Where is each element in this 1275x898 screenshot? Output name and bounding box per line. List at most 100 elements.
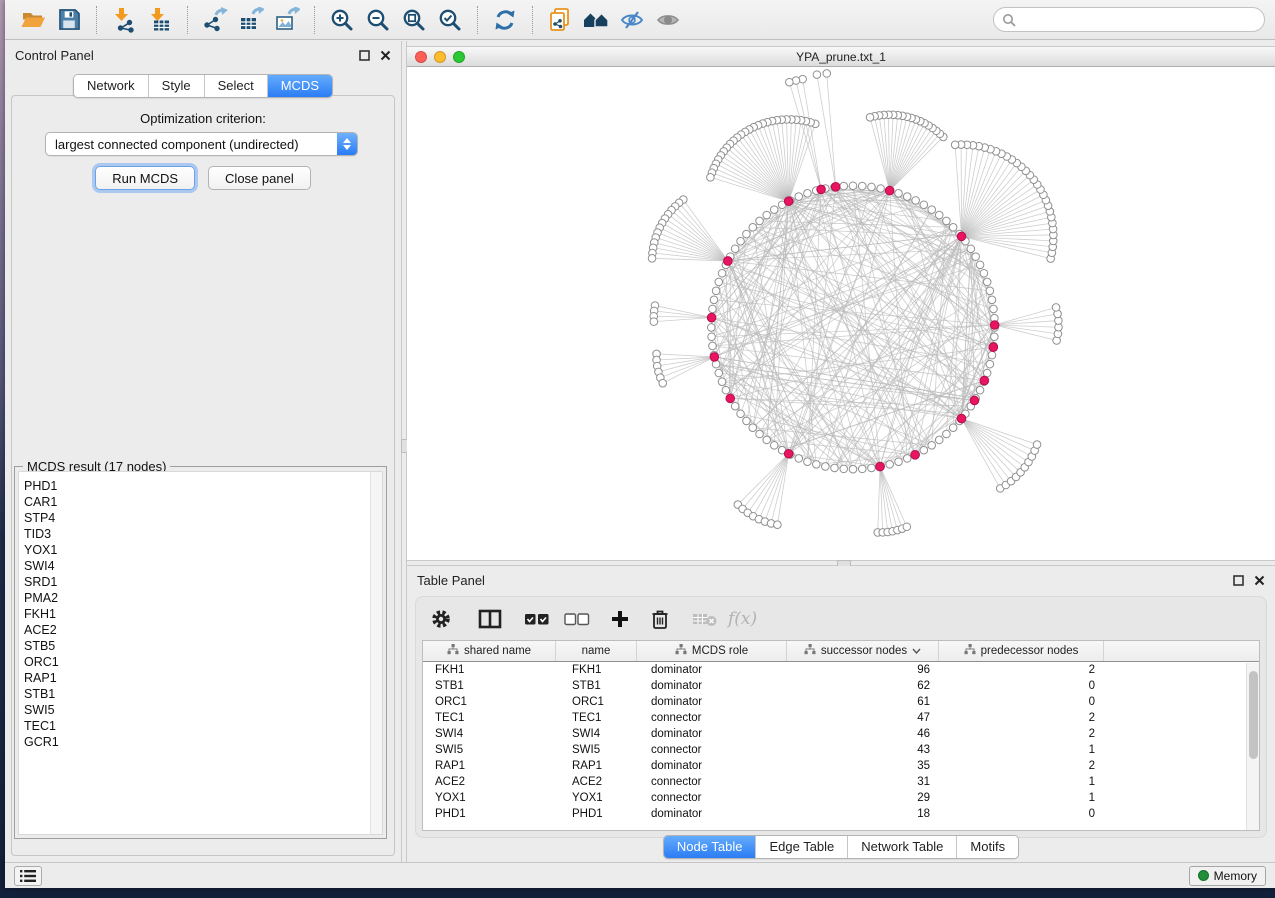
float-panel-icon[interactable] (1233, 575, 1244, 586)
tab-motifs[interactable]: Motifs (957, 836, 1018, 858)
cell[interactable]: 29 (787, 790, 939, 806)
add-column-button[interactable] (610, 604, 630, 634)
cell[interactable]: 0 (939, 678, 1104, 694)
cell[interactable]: 47 (787, 710, 939, 726)
zoom-selected-button[interactable] (435, 5, 465, 35)
tab-select[interactable]: Select (205, 75, 268, 97)
tab-node-table[interactable]: Node Table (664, 836, 757, 858)
column-header-mcds-role[interactable]: MCDS role (637, 641, 787, 661)
cell[interactable]: SWI5 (556, 742, 637, 758)
cell[interactable]: 1 (939, 774, 1104, 790)
mcds-result-item[interactable]: PMA2 (19, 590, 382, 606)
mcds-result-item[interactable]: ACE2 (19, 622, 382, 638)
cell[interactable]: STB1 (423, 678, 556, 694)
tab-edge-table[interactable]: Edge Table (756, 836, 848, 858)
cell[interactable]: ACE2 (423, 774, 556, 790)
close-panel-icon[interactable] (380, 50, 391, 61)
network-canvas[interactable] (407, 68, 1275, 560)
mcds-result-item[interactable]: GCR1 (19, 734, 382, 750)
cell[interactable]: dominator (637, 678, 787, 694)
network-titlebar[interactable]: YPA_prune.txt_1 (407, 47, 1275, 67)
cell[interactable]: FKH1 (423, 662, 556, 678)
cell[interactable]: SWI4 (423, 726, 556, 742)
cell[interactable]: 46 (787, 726, 939, 742)
cell[interactable]: FKH1 (556, 662, 637, 678)
mcds-result-item[interactable]: PHD1 (19, 478, 382, 494)
cell[interactable]: connector (637, 742, 787, 758)
cell[interactable]: STB1 (556, 678, 637, 694)
import-network-button[interactable] (109, 5, 139, 35)
mcds-result-item[interactable]: FKH1 (19, 606, 382, 622)
task-history-button[interactable] (14, 866, 42, 886)
tab-style[interactable]: Style (149, 75, 205, 97)
mcds-list-scrollbar[interactable] (370, 472, 382, 834)
mcds-result-item[interactable]: STP4 (19, 510, 382, 526)
cell[interactable]: 2 (939, 726, 1104, 742)
deselect-all-button[interactable] (564, 604, 590, 634)
refresh-button[interactable] (490, 5, 520, 35)
tab-network[interactable]: Network (74, 75, 149, 97)
table-row[interactable]: ACE2ACE2connector311 (423, 774, 1259, 790)
zoom-in-button[interactable] (327, 5, 357, 35)
cell[interactable]: PHD1 (423, 806, 556, 822)
hide-details-button[interactable] (617, 5, 647, 35)
cell[interactable]: 1 (939, 742, 1104, 758)
search-input[interactable] (1021, 13, 1256, 27)
cell[interactable]: TEC1 (556, 710, 637, 726)
cell[interactable]: dominator (637, 694, 787, 710)
table-row[interactable]: FKH1FKH1dominator962 (423, 662, 1259, 678)
mcds-result-list[interactable]: PHD1CAR1STP4TID3YOX1SWI4SRD1PMA2FKH1ACE2… (18, 471, 383, 835)
cell[interactable]: 2 (939, 758, 1104, 774)
cell[interactable]: TEC1 (423, 710, 556, 726)
cell[interactable]: 2 (939, 710, 1104, 726)
zoom-fit-button[interactable] (399, 5, 429, 35)
import-table-button[interactable] (145, 5, 175, 35)
column-header-successor-nodes[interactable]: successor nodes (787, 641, 939, 661)
mcds-result-item[interactable]: STB1 (19, 686, 382, 702)
table-row[interactable]: SWI5SWI5connector431 (423, 742, 1259, 758)
mcds-result-item[interactable]: YOX1 (19, 542, 382, 558)
tab-mcds[interactable]: MCDS (268, 75, 332, 97)
mcds-result-item[interactable]: RAP1 (19, 670, 382, 686)
zoom-out-button[interactable] (363, 5, 393, 35)
close-panel-icon[interactable] (1254, 575, 1265, 586)
legend-button[interactable] (581, 5, 611, 35)
cell[interactable]: 1 (939, 790, 1104, 806)
cell[interactable]: PHD1 (556, 806, 637, 822)
table-scrollbar[interactable] (1246, 663, 1259, 830)
select-all-button[interactable] (524, 604, 550, 634)
cell[interactable]: 35 (787, 758, 939, 774)
mcds-result-item[interactable]: SRD1 (19, 574, 382, 590)
table-row[interactable]: PHD1PHD1dominator180 (423, 806, 1259, 822)
cell[interactable]: 0 (939, 806, 1104, 822)
cell[interactable]: 2 (939, 662, 1104, 678)
cell[interactable]: 62 (787, 678, 939, 694)
table-row[interactable]: TEC1TEC1connector472 (423, 710, 1259, 726)
table-row[interactable]: SWI4SWI4dominator462 (423, 726, 1259, 742)
mcds-result-item[interactable]: SWI4 (19, 558, 382, 574)
mcds-result-item[interactable]: TID3 (19, 526, 382, 542)
column-header-predecessor-nodes[interactable]: predecessor nodes (939, 641, 1104, 661)
delete-column-button[interactable] (650, 604, 670, 634)
cell[interactable]: RAP1 (423, 758, 556, 774)
cell[interactable]: dominator (637, 806, 787, 822)
column-header-shared-name[interactable]: shared name (423, 641, 556, 661)
criterion-dropdown[interactable]: largest connected component (undirected) (45, 132, 358, 156)
float-panel-icon[interactable] (359, 50, 370, 61)
cell[interactable]: 96 (787, 662, 939, 678)
cell[interactable]: RAP1 (556, 758, 637, 774)
function-builder-button[interactable]: f(x) (728, 604, 757, 634)
tab-network-table[interactable]: Network Table (848, 836, 957, 858)
cell[interactable]: SWI5 (423, 742, 556, 758)
column-header-name[interactable]: name (556, 641, 637, 661)
delete-table-button[interactable] (692, 604, 718, 634)
show-columns-button[interactable] (478, 604, 502, 634)
memory-button[interactable]: Memory (1189, 866, 1266, 886)
cell[interactable]: 0 (939, 694, 1104, 710)
run-mcds-button[interactable]: Run MCDS (95, 166, 195, 190)
cell[interactable]: ORC1 (423, 694, 556, 710)
show-details-button[interactable] (653, 5, 683, 35)
mcds-result-item[interactable]: ORC1 (19, 654, 382, 670)
export-network-button[interactable] (200, 5, 230, 35)
cell[interactable]: SWI4 (556, 726, 637, 742)
